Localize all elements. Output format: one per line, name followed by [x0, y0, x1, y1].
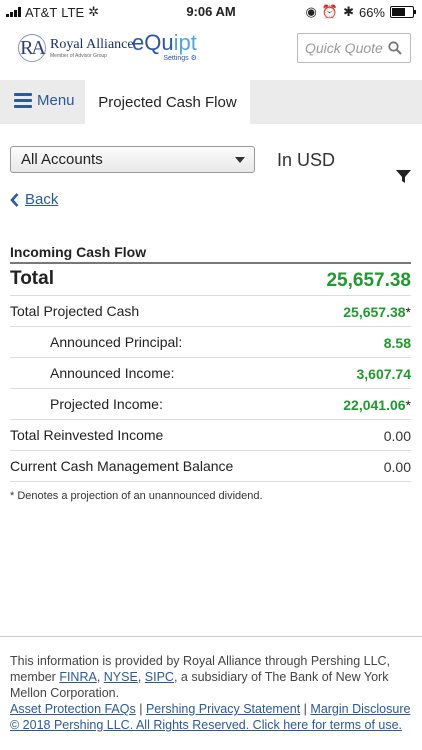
row-value: 3,607.74 — [357, 366, 412, 382]
menu-button[interactable]: Menu — [14, 92, 75, 109]
row-amount: 25,657.38 — [343, 304, 406, 320]
row-label: Projected Income: — [50, 396, 163, 412]
rotation-lock-icon: ◉ — [305, 4, 317, 19]
footer-comma: , — [137, 670, 145, 684]
status-bar: AT&T LTE ✲ 9:06 AM ◉ ⏰ ✱ 66% — [0, 0, 422, 22]
royal-alliance-logo[interactable]: RA Royal Alliance Member of Advisor Grou… — [18, 34, 134, 62]
equipt-wordmark: eQuipt — [132, 30, 197, 56]
row-amount: 3,607.74 — [356, 366, 412, 382]
row-announced-principal: Announced Principal: 8.58 — [10, 327, 411, 358]
privacy-statement-link[interactable]: Pershing Privacy Statement — [146, 702, 300, 716]
footnote: * Denotes a projection of an unannounced… — [10, 490, 263, 502]
asset-protection-faqs-link[interactable]: Asset Protection FAQs — [10, 702, 136, 716]
tab-projected-cash-flow[interactable]: Projected Cash Flow — [85, 80, 250, 124]
margin-disclosure-link[interactable]: Margin Disclosure — [310, 702, 410, 716]
row-label: Current Cash Management Balance — [10, 458, 234, 474]
row-value: 0.00 — [384, 428, 411, 444]
chevron-down-icon — [235, 157, 245, 163]
row-label: Announced Income: — [50, 365, 175, 381]
nyse-link[interactable]: NYSE — [104, 670, 138, 684]
quick-quote-input[interactable] — [305, 35, 391, 61]
row-marker: * — [405, 304, 411, 320]
row-value: 25,657.38 — [326, 270, 411, 292]
battery-percent: 66% — [358, 4, 385, 20]
row-amount: 25,657.38 — [326, 270, 411, 291]
equipt-prefix: eQu — [132, 30, 174, 55]
filter-icon[interactable] — [396, 169, 411, 184]
row-label: Announced Principal: — [50, 334, 183, 350]
search-icon[interactable] — [388, 41, 402, 55]
row-total-projected-cash: Total Projected Cash 25,657.38* — [10, 296, 411, 327]
row-total-reinvested-income: Total Reinvested Income 0.00 — [10, 420, 411, 451]
footer: This information is provided by Royal Al… — [10, 653, 412, 733]
account-select-value: All Accounts — [21, 151, 103, 168]
footer-separator: | — [300, 702, 311, 716]
row-announced-income: Announced Income: 3,607.74 — [10, 358, 411, 389]
row-marker: * — [405, 397, 411, 413]
logo-tagline: Member of Advisor Group — [50, 53, 107, 59]
row-label: Total Projected Cash — [10, 303, 140, 319]
row-projected-income: Projected Income: 22,041.06* — [10, 389, 411, 420]
account-select[interactable]: All Accounts — [10, 146, 255, 173]
footer-comma: , — [96, 670, 104, 684]
logo-name: Royal Alliance — [50, 37, 134, 52]
row-label: Total Reinvested Income — [10, 427, 164, 443]
footer-separator: | — [135, 702, 146, 716]
equipt-suffix: ipt — [173, 30, 197, 55]
status-right: ◉ ⏰ ✱ 66% — [305, 4, 416, 20]
row-value: 25,657.38* — [343, 304, 411, 320]
row-cash-management-balance: Current Cash Management Balance 0.00 — [10, 451, 411, 482]
section-title: Incoming Cash Flow — [10, 244, 147, 260]
settings-label: Settings — [163, 55, 189, 62]
row-total: Total 25,657.38 — [10, 264, 411, 296]
row-amount: 0.00 — [383, 459, 411, 475]
row-label: Total — [10, 268, 54, 289]
finra-link[interactable]: FINRA — [59, 670, 97, 684]
settings-gear-icon: ⚙ — [190, 55, 197, 62]
footer-divider — [0, 636, 422, 637]
row-amount: 22,041.06 — [343, 397, 406, 413]
logo-monogram: RA — [18, 34, 46, 62]
battery-icon — [390, 6, 416, 18]
row-amount: 0.00 — [383, 428, 411, 444]
menu-label: Menu — [37, 92, 75, 109]
bluetooth-icon: ✱ — [343, 4, 354, 19]
row-value: 8.58 — [384, 335, 411, 351]
row-value: 0.00 — [384, 459, 411, 475]
row-amount: 8.58 — [383, 335, 411, 351]
battery-fill — [392, 8, 405, 16]
quick-quote-box — [297, 33, 411, 63]
back-label: Back — [25, 191, 59, 208]
copyright-terms-link[interactable]: © 2018 Pershing LLC. All Rights Reserved… — [10, 718, 402, 732]
alarm-icon: ⏰ — [321, 4, 339, 19]
row-value: 22,041.06* — [343, 397, 411, 413]
sipc-link[interactable]: SIPC — [145, 670, 174, 684]
cash-flow-table: Total 25,657.38 Total Projected Cash 25,… — [10, 264, 411, 482]
currency-label: In USD — [277, 150, 336, 170]
equipt-logo[interactable]: eQuipt Settings ⚙ — [132, 30, 197, 62]
back-link[interactable]: Back — [10, 191, 58, 208]
app-header: RA Royal Alliance Member of Advisor Grou… — [0, 22, 422, 78]
chevron-left-icon — [10, 192, 19, 207]
hamburger-icon — [14, 93, 32, 108]
logo-wordmark: Royal Alliance Member of Advisor Group — [50, 37, 134, 59]
